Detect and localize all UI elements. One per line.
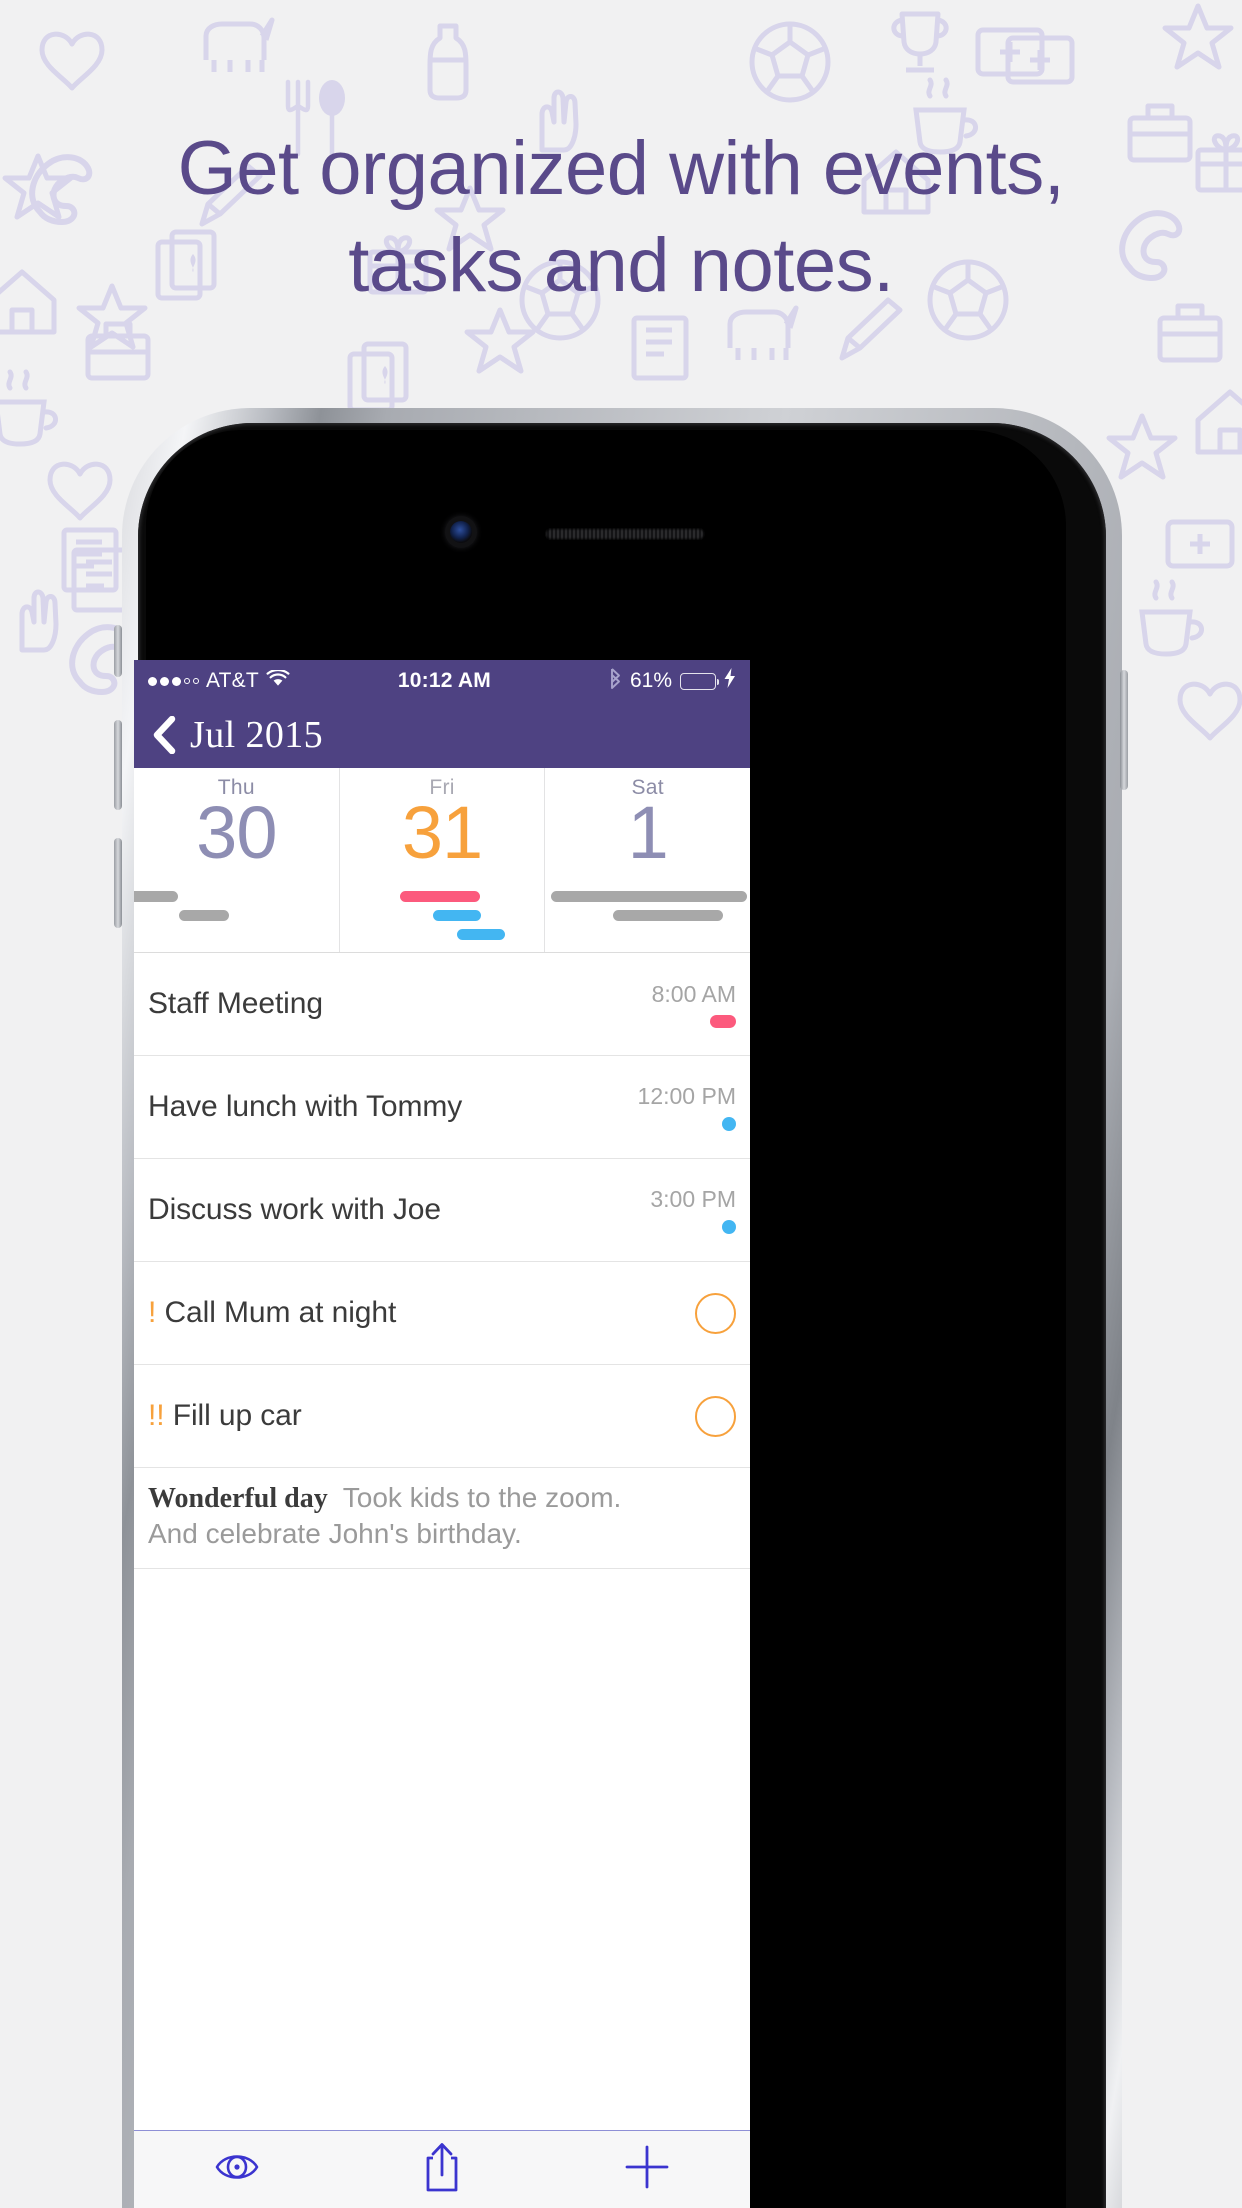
empty-list-area	[134, 1569, 750, 1899]
carrier-label: AT&T	[206, 669, 259, 692]
task-checkbox[interactable]	[695, 1292, 736, 1334]
task-title: !! Fill up car	[148, 1399, 302, 1432]
signal-strength-icon	[148, 676, 199, 686]
event-title: Staff Meeting	[148, 987, 323, 1020]
task-row[interactable]: ! Call Mum at night	[134, 1262, 750, 1365]
battery-percent-label: 61%	[629, 669, 672, 692]
note-body: Took kids to the zoom.	[327, 1482, 622, 1513]
phone-screen: AT&T 10:12 AM 61% Jul 2015 Thu 30 Fri 31…	[134, 660, 750, 2208]
chevron-left-icon[interactable]	[152, 716, 176, 754]
wifi-icon	[266, 668, 290, 694]
status-bar-clock: 10:12 AM	[397, 669, 491, 692]
event-bar	[551, 891, 748, 902]
day-number-label: 31	[401, 791, 483, 874]
day-event-bars	[134, 891, 339, 929]
note-body-line-2: And celebrate John's birthday.	[148, 1518, 522, 1549]
status-bar: AT&T 10:12 AM 61%	[134, 660, 750, 702]
event-bar	[456, 929, 505, 940]
event-time: 8:00 AM	[651, 980, 736, 1007]
bottom-toolbar	[134, 2130, 750, 2208]
event-row[interactable]: Discuss work with Joe 3:00 PM	[134, 1159, 750, 1262]
day-number-label: 30	[196, 791, 277, 874]
plus-icon	[624, 2144, 670, 2195]
bluetooth-icon	[609, 667, 622, 695]
silence-switch[interactable]	[114, 625, 122, 677]
task-row[interactable]: !! Fill up car	[134, 1365, 750, 1468]
status-bar-left: AT&T	[148, 668, 290, 694]
battery-icon	[680, 672, 719, 690]
lightning-bolt-icon	[724, 668, 736, 694]
event-row[interactable]: Staff Meeting 8:00 AM	[134, 953, 750, 1056]
event-title: Discuss work with Joe	[148, 1193, 441, 1226]
event-row[interactable]: Have lunch with Tommy 12:00 PM	[134, 1056, 750, 1159]
event-bar	[399, 891, 480, 902]
promo-headline: Get organized with events, tasks and not…	[0, 120, 1242, 315]
row-trailing: 12:00 PM	[638, 1083, 736, 1131]
day-number-label: 1	[627, 791, 669, 874]
day-column-thu[interactable]: Thu 30	[134, 768, 340, 952]
note-row[interactable]: Wonderful day Took kids to the zoom. And …	[134, 1468, 750, 1569]
day-event-bars	[340, 891, 545, 948]
calendar-color-marker	[722, 1220, 736, 1234]
earpiece-speaker	[545, 528, 705, 540]
volume-up-button[interactable]	[114, 720, 122, 810]
task-title: ! Call Mum at night	[148, 1296, 397, 1329]
row-trailing	[695, 1292, 736, 1334]
event-bar	[179, 910, 229, 921]
add-button[interactable]	[545, 2131, 750, 2208]
priority-marker: !!	[148, 1399, 173, 1432]
priority-marker: !	[148, 1296, 165, 1329]
event-time: 12:00 PM	[637, 1083, 736, 1109]
volume-down-button[interactable]	[114, 838, 122, 928]
day-strip: Thu 30 Fri 31 Sat 1	[134, 768, 750, 953]
row-trailing: 8:00 AM	[652, 981, 736, 1028]
front-camera-icon	[450, 521, 472, 543]
agenda-list: Staff Meeting 8:00 AM Have lunch with Tomm…	[134, 953, 750, 2130]
headline-line-2: tasks and notes.	[348, 223, 894, 309]
status-bar-right: 61%	[609, 667, 736, 695]
event-title: Have lunch with Tommy	[148, 1090, 463, 1123]
share-icon	[422, 2141, 462, 2198]
eye-icon	[213, 2149, 261, 2190]
headline-line-1: Get organized with events,	[177, 126, 1065, 211]
share-button[interactable]	[339, 2131, 544, 2208]
event-bar	[613, 910, 724, 921]
page-title: Jul 2015	[190, 714, 324, 756]
event-bar	[134, 891, 178, 902]
task-checkbox[interactable]	[695, 1395, 736, 1437]
row-trailing	[695, 1395, 736, 1437]
row-trailing: 3:00 PM	[650, 1186, 736, 1234]
day-column-sat[interactable]: Sat 1	[545, 768, 750, 952]
note-title: Wonderful day	[148, 1483, 328, 1514]
event-time: 3:00 PM	[650, 1186, 736, 1212]
event-bar	[432, 910, 481, 921]
day-event-bars	[545, 891, 750, 929]
power-button[interactable]	[1120, 670, 1128, 790]
calendar-color-marker	[710, 1014, 736, 1028]
calendar-color-marker	[722, 1117, 736, 1131]
view-button[interactable]	[134, 2131, 339, 2208]
day-column-fri[interactable]: Fri 31	[340, 768, 546, 952]
nav-bar: Jul 2015	[134, 702, 750, 768]
